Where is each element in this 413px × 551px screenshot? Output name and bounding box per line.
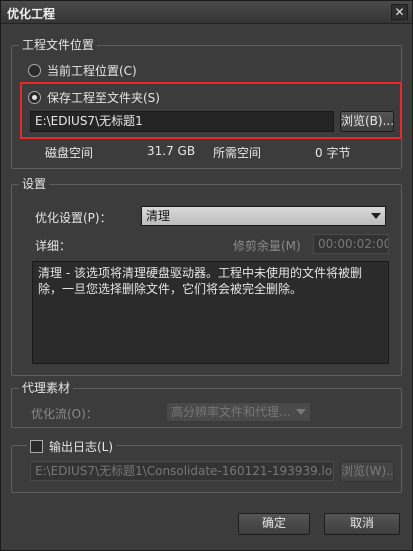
- optimize-flow-dropdown[interactable]: 高分辨率文件和代理...: [166, 402, 311, 422]
- optimize-setting-dropdown[interactable]: 清理: [141, 206, 386, 226]
- disk-space-value: 31.7 GB: [147, 144, 196, 158]
- output-log-checkbox-box[interactable]: [30, 440, 43, 453]
- project-path-input[interactable]: E:\EDIUS7\无标题1: [30, 111, 334, 132]
- log-browse-button[interactable]: 浏览(W)...: [340, 461, 394, 482]
- chevron-down-icon: [371, 213, 381, 219]
- optimize-setting-value: 清理: [146, 209, 171, 223]
- description-text: 清理 - 该选项将清理硬盘驱动器。工程中未使用的文件将被删除，一旦您选择删除文件…: [32, 261, 389, 364]
- ok-button[interactable]: 确定: [238, 513, 310, 535]
- radio-current-indicator[interactable]: [28, 64, 41, 77]
- radio-current-location[interactable]: 当前工程位置(C): [28, 62, 137, 79]
- proxy-legend: 代理素材: [19, 381, 74, 395]
- radio-save-to-folder[interactable]: 保存工程至文件夹(S): [28, 89, 160, 106]
- radio-current-label: 当前工程位置(C): [47, 64, 137, 78]
- optimize-setting-label: 优化设置(P)：: [35, 211, 112, 225]
- detail-label: 详细：: [35, 239, 72, 253]
- chevron-down-icon: [296, 409, 306, 415]
- optimize-flow-label: 优化流(O)：: [31, 407, 98, 421]
- close-icon: ✕: [394, 5, 405, 19]
- disk-space-label: 磁盘空间: [45, 146, 94, 160]
- title-bar: 优化工程 ✕: [1, 1, 412, 24]
- settings-legend: 设置: [19, 177, 50, 191]
- browse-button[interactable]: 浏览(B)...: [340, 111, 394, 132]
- radio-save-to-folder-label: 保存工程至文件夹(S): [47, 91, 160, 105]
- close-button[interactable]: ✕: [391, 4, 408, 20]
- log-path-input[interactable]: E:\EDIUS7\无标题1\Consolidate-160121-193939…: [30, 461, 334, 481]
- output-log-label: 输出日志(L): [49, 440, 114, 454]
- radio-save-to-folder-indicator[interactable]: [28, 91, 41, 104]
- optimize-flow-value: 高分辨率文件和代理...: [171, 405, 291, 419]
- required-space-label: 所需空间: [213, 146, 262, 160]
- trim-margin-input[interactable]: 00:00:02:00: [313, 234, 389, 254]
- optimize-project-dialog: 优化工程 ✕ 工程文件位置 当前工程位置(C) 保存工程至文件夹(S) E:\E…: [0, 0, 413, 551]
- output-log-checkbox[interactable]: 输出日志(L): [27, 438, 117, 455]
- project-location-legend: 工程文件位置: [19, 38, 98, 52]
- cancel-button[interactable]: 取消: [324, 513, 400, 535]
- trim-margin-label: 修剪余量(M): [233, 239, 301, 253]
- dialog-title: 优化工程: [7, 7, 56, 21]
- required-space-value: 0 字节: [315, 146, 351, 160]
